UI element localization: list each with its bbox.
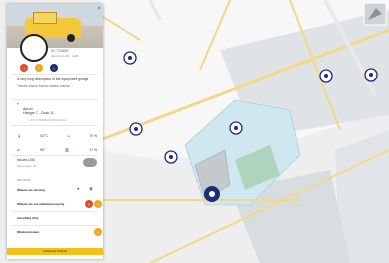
issues-subtitle: New Issues: 34 (17, 164, 37, 168)
equipment-details-panel: × ID: 724487 Airport 2.0 A56 · A238 ! ! … (7, 4, 103, 259)
stats-row: 🌡 52°C ▭ 79 % (17, 129, 97, 143)
status-circles: ! ! i (20, 64, 58, 72)
map-marker-1[interactable] (123, 51, 137, 65)
location-line-2: Hangar 7 - Dock 11 (23, 111, 54, 115)
issues-toggle[interactable] (83, 158, 97, 167)
map-marker-4[interactable] (164, 150, 178, 164)
stat-value: 79 % (89, 134, 97, 138)
angle-icon: ∠ (17, 148, 21, 152)
warning-icon[interactable]: ! (94, 228, 102, 236)
equipment-subtitle: Airport 2.0 A56 · A238 (51, 54, 79, 58)
issue-item[interactable]: Wheels are missing ⚑ 🗑 (17, 187, 93, 192)
location-pin-icon: ⌖ (17, 102, 19, 106)
issue-label: Wheels are not attached properly (17, 202, 65, 206)
issue-item[interactable]: Incredibly dirty (17, 216, 39, 220)
warning-icon[interactable]: ! (94, 200, 102, 208)
required-label: REQUIRED (17, 179, 31, 182)
issue-label: Incredibly dirty (17, 216, 39, 220)
stat-label: 90° (39, 148, 46, 152)
description-line-2: Tractor tractor tractor tractor tractor… (17, 84, 74, 89)
footer-brand: Lufthansa Technik (7, 248, 103, 255)
close-button[interactable]: × (97, 6, 101, 12)
avatar (20, 34, 48, 62)
stats-grid: 🌡 52°C ▭ 79 % ∠ 90° ⛽ 17 % (17, 129, 97, 157)
issues-title: Issues (45) (17, 158, 35, 162)
minimap[interactable] (363, 2, 387, 26)
battery-icon: ▭ (66, 134, 71, 138)
temperature-icon: 🌡 (17, 134, 22, 138)
map-marker-selected[interactable] (204, 186, 220, 202)
issue-item[interactable]: Wheels are not attached properly ! ! (17, 200, 102, 208)
description: A very long description of the equipment… (17, 77, 97, 89)
equipment-id: ID: 724487 (51, 49, 69, 53)
stat-label: 52°C (40, 134, 48, 138)
warning-icon[interactable]: ! (35, 64, 43, 72)
map-marker-2[interactable] (319, 69, 333, 83)
alert-icon[interactable]: ! (85, 200, 93, 208)
issue-label: Wheels are missing (17, 188, 46, 192)
issue-label: Window broken (17, 230, 40, 234)
description-line-1: A very long description of the equipment… (17, 77, 89, 81)
map-marker-5[interactable] (229, 121, 243, 135)
trash-icon[interactable]: 🗑 (89, 187, 93, 191)
info-icon[interactable]: i (50, 64, 58, 72)
flag-icon[interactable]: ⚑ (77, 187, 80, 191)
map-marker-3[interactable] (129, 122, 143, 136)
alert-icon[interactable]: ! (20, 64, 28, 72)
last-updated: LAST UPDATED 9 HOURS AGO (29, 119, 67, 122)
fuel-icon: ⛽ (65, 148, 70, 152)
issue-item[interactable]: Window broken ! (17, 228, 102, 236)
location-block: Apron Hangar 7 - Dock 11 (23, 107, 54, 115)
map-marker-6[interactable] (364, 68, 378, 82)
stat-value: 17 % (89, 148, 97, 152)
